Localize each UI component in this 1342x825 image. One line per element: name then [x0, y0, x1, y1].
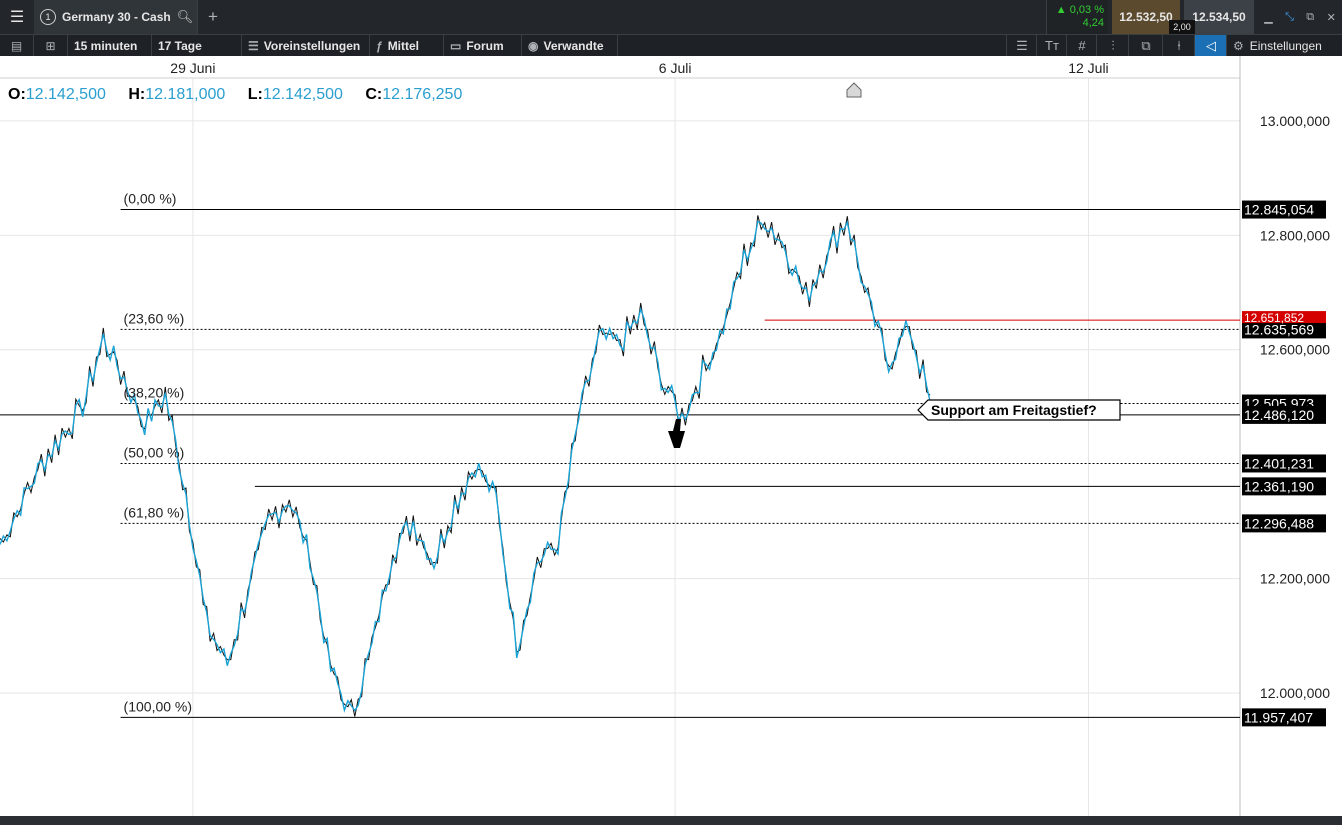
fib-price-tag-text: 12.845,054 [1244, 202, 1314, 218]
presets-label: Voreinstellungen [263, 38, 361, 53]
fib-level-label: (0,00 %) [124, 191, 177, 207]
chart-toolbar: ▤ ⊞ 15 minuten 17 Tage ☰ Voreinstellunge… [0, 34, 1342, 56]
fib-level-label: (61,80 %) [124, 504, 185, 520]
low-value: 12.142,500 [262, 86, 343, 103]
top-bar: ☰ 1 Germany 30 - Cash 🔍︎ + ▲ 0,03 % 4,24… [0, 0, 1342, 34]
change-percent: ▲ 0,03 % [1055, 4, 1104, 16]
up-arrow-icon [668, 419, 685, 448]
hamburger-menu-icon[interactable]: ☰ [0, 0, 35, 34]
crosshair-icon[interactable]: # [1066, 35, 1097, 56]
price-wick-series[interactable] [0, 215, 931, 717]
minimize-icon[interactable]: ▁ [1264, 11, 1272, 24]
open-value: 12.142,500 [25, 86, 106, 103]
fib-level-label: (100,00 %) [124, 698, 192, 714]
indicator-label: Mittel [387, 38, 420, 53]
eye-icon: ◉ [528, 38, 539, 53]
settings-button[interactable]: ⚙ Einstellungen [1226, 35, 1342, 56]
low-label: L: [247, 86, 263, 103]
fib-level-label: (50,00 %) [124, 444, 185, 460]
label-tool-icon[interactable]: ◁ [1194, 35, 1227, 56]
instrument-title: Germany 30 - Cash [62, 10, 171, 24]
y-tick-label: 12.600,000 [1260, 342, 1330, 358]
fib-level-label: (23,60 %) [124, 310, 185, 326]
range-select[interactable]: 17 Tage [152, 35, 242, 56]
settings-label: Einstellungen [1249, 38, 1322, 53]
shrink-icon[interactable]: ⤡ [1285, 11, 1294, 24]
related-label: Verwandte [543, 38, 604, 53]
forum-button[interactable]: ▭ Forum [444, 35, 522, 56]
x-tick-label: 12 Juli [1068, 60, 1108, 76]
price-change: ▲ 0,03 % 4,24 [1046, 0, 1108, 34]
close-label: C: [365, 86, 383, 103]
window-controls: ▁ ⤡ ⧉ ✕ [1258, 0, 1342, 34]
presets-icon: ☰ [248, 38, 259, 53]
chart-type-icon[interactable]: ⫶ [1096, 35, 1129, 56]
popout-icon[interactable]: ⧉ [1306, 11, 1314, 24]
chat-icon: ▭ [450, 38, 462, 53]
close-value: 12.176,250 [382, 86, 463, 103]
bottom-border [0, 816, 1342, 820]
support-price-tag-text: 12.486,120 [1244, 407, 1314, 423]
y-tick-label: 12.000,000 [1260, 685, 1330, 701]
tab-number-badge: 1 [40, 9, 56, 25]
layers-icon[interactable]: ⧉ [1128, 35, 1163, 56]
y-tick-label: 12.200,000 [1260, 571, 1330, 587]
grid-layout-icon[interactable]: ⊞ [34, 35, 68, 56]
price-chart[interactable]: 29 Juni 6 Juli 12 Juli 13.000,000 12.800,000… [0, 56, 1342, 820]
indicator-icon: ƒ [376, 38, 383, 53]
related-button[interactable]: ◉ Verwandte [522, 35, 618, 56]
add-tab-icon[interactable]: + [204, 0, 222, 34]
y-tick-label: 12.800,000 [1260, 227, 1330, 243]
resistance-price-tag-text: 12.651,852 [1244, 311, 1304, 325]
fib-price-tag-text: 12.401,231 [1244, 455, 1314, 471]
open-label: O: [8, 86, 26, 103]
interval-select[interactable]: 15 minuten [68, 35, 152, 56]
support-callout-text: Support am Freitagstief? [931, 402, 1097, 418]
price-line-series[interactable] [0, 219, 931, 713]
fib-price-tag-text: 12.296,488 [1244, 515, 1314, 531]
presets-button[interactable]: ☰ Voreinstellungen [242, 35, 370, 56]
ohlc-readout: O:12.142,500 H:12.181,000 L:12.142,500 C… [8, 86, 480, 104]
x-tick-label: 29 Juni [170, 60, 215, 76]
gear-icon: ⚙ [1233, 38, 1244, 53]
support-price-tag-text: 12.361,190 [1244, 478, 1314, 494]
spread-badge: 2,00 [1169, 20, 1195, 34]
search-icon[interactable]: 🔍︎ [177, 9, 194, 25]
text-size-icon[interactable]: Tт [1036, 35, 1067, 56]
fib-level-label: (38,20 %) [124, 385, 185, 401]
candle-icon[interactable]: ⍿ [1162, 35, 1195, 56]
high-label: H: [128, 86, 146, 103]
y-tick-label: 13.000,000 [1260, 113, 1330, 129]
high-value: 12.181,000 [145, 86, 226, 103]
fib-price-tag-text: 11.957,407 [1244, 709, 1313, 725]
scroll-marker-icon[interactable] [846, 82, 862, 98]
drawing-list-icon[interactable]: ☰ [1006, 35, 1037, 56]
forum-label: Forum [466, 38, 504, 53]
close-icon[interactable]: ✕ [1327, 11, 1336, 24]
change-absolute: 4,24 [1082, 17, 1104, 29]
list-icon[interactable]: ▤ [0, 35, 34, 56]
chart-area[interactable]: 29 Juni 6 Juli 12 Juli 13.000,000 12.800,000… [0, 56, 1342, 820]
indicator-button[interactable]: ƒ Mittel [370, 35, 444, 56]
trading-app: ☰ 1 Germany 30 - Cash 🔍︎ + ▲ 0,03 % 4,24… [0, 0, 1342, 820]
instrument-tab[interactable]: 1 Germany 30 - Cash 🔍︎ [34, 0, 198, 34]
x-tick-label: 6 Juli [659, 60, 692, 76]
